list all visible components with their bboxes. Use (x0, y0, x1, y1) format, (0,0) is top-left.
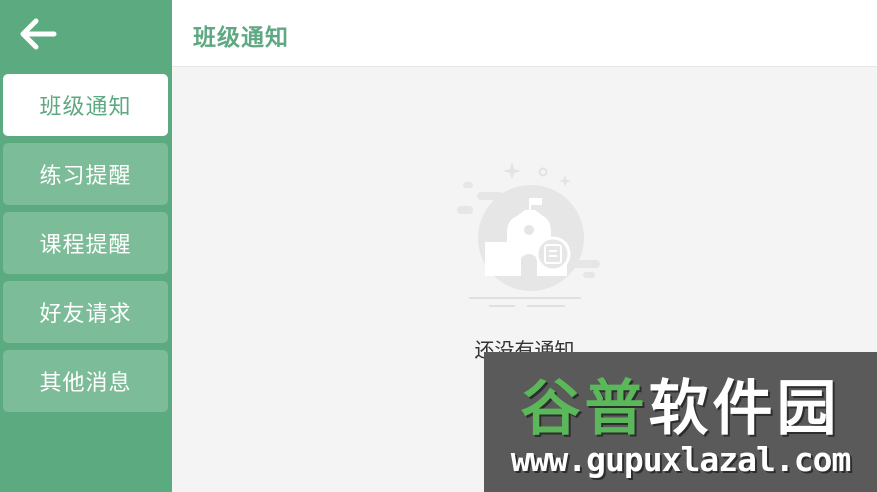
watermark-title-part2: 软件园 (648, 374, 841, 444)
sidebar-item-class-notice[interactable]: 班级通知 (3, 74, 168, 136)
sidebar-item-practice-reminder[interactable]: 练习提醒 (3, 143, 168, 205)
school-notice-icon (457, 162, 600, 307)
page-title: 班级通知 (193, 25, 289, 51)
sidebar-item-label: 班级通知 (39, 95, 132, 120)
header: 班级通知 (172, 0, 877, 67)
watermark-title-part1: 谷普 (520, 374, 649, 444)
sidebar-item-label: 课程提醒 (39, 233, 132, 258)
sidebar: 班级通知 练习提醒 课程提醒 好友请求 其他消息 (0, 0, 172, 492)
sidebar-item-label: 其他消息 (39, 371, 132, 396)
watermark-url: www.gupuxlazal.com (510, 440, 852, 479)
watermark-title: 谷普软件园 (484, 360, 877, 447)
sidebar-item-course-reminder[interactable]: 课程提醒 (3, 212, 168, 274)
watermark-logo: 谷普软件园 www.gupuxlazal.com (484, 352, 877, 492)
back-button[interactable] (16, 12, 60, 56)
sidebar-item-other-messages[interactable]: 其他消息 (3, 350, 168, 412)
sidebar-item-label: 好友请求 (39, 302, 132, 327)
sidebar-item-friend-requests[interactable]: 好友请求 (3, 281, 168, 343)
sidebar-item-label: 练习提醒 (39, 164, 132, 189)
arrow-left-icon (20, 18, 57, 50)
